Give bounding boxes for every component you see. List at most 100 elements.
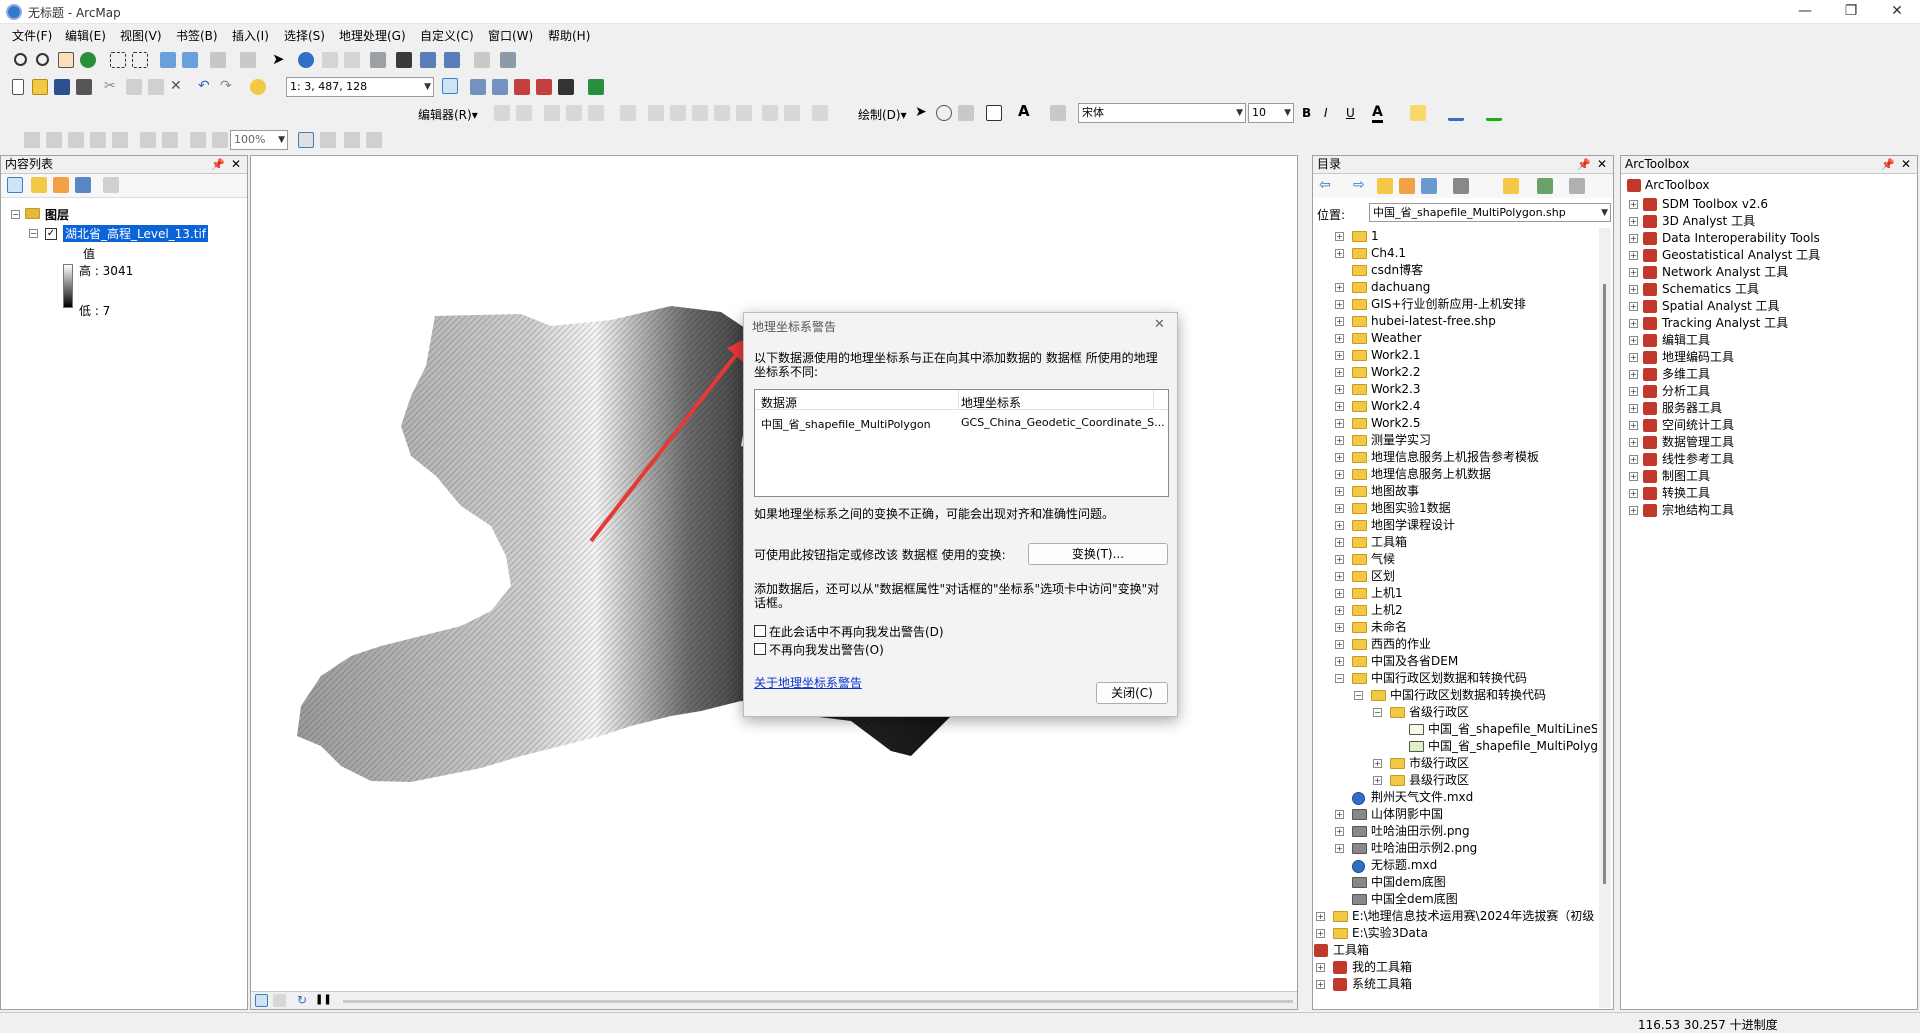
expand-icon[interactable]: + [1629, 472, 1638, 481]
forward-icon[interactable]: ⇨ [1353, 178, 1369, 194]
new-folder-icon[interactable] [1503, 178, 1519, 194]
expand-icon[interactable]: + [1629, 285, 1638, 294]
select-elements-draw-icon[interactable]: ➤ [915, 105, 931, 121]
expand-icon[interactable]: + [1316, 912, 1325, 921]
expand-icon[interactable]: + [1335, 810, 1344, 819]
no-warn-ever-checkbox[interactable] [754, 643, 766, 655]
toolbox-item[interactable]: + 分析工具 [1621, 383, 1917, 400]
redo-icon[interactable]: ↷ [220, 79, 236, 95]
expand-icon[interactable]: + [1629, 336, 1638, 345]
catalog-item[interactable]: + 西西的作业 [1313, 636, 1597, 653]
expand-icon[interactable]: + [1629, 251, 1638, 260]
expand-icon[interactable]: + [1335, 572, 1344, 581]
expand-icon[interactable]: + [1335, 487, 1344, 496]
data-view-icon[interactable] [255, 994, 268, 1007]
splined-text-icon[interactable] [1050, 105, 1066, 121]
find-icon[interactable] [396, 52, 412, 68]
expand-icon[interactable]: + [1335, 606, 1344, 615]
map-scale-combo[interactable]: 1: 3, 487, 128 ▼ [286, 77, 434, 97]
expand-icon[interactable]: + [1335, 657, 1344, 666]
toggle-draft-icon[interactable] [298, 132, 314, 148]
arctoolbox-close-icon[interactable]: ✕ [1901, 156, 1911, 173]
menu-edit[interactable]: 编辑(E) [65, 27, 106, 44]
cut-polygons-icon[interactable] [692, 105, 708, 121]
zoom-in-icon[interactable] [14, 53, 27, 66]
dialog-close-button[interactable]: 关闭(C) [1096, 682, 1168, 704]
expand-icon[interactable]: + [1335, 249, 1344, 258]
layer-name[interactable]: 湖北省_高程_Level_13.tif [63, 225, 209, 242]
expand-icon[interactable]: + [1373, 759, 1382, 768]
layout-zoom-out-icon[interactable] [46, 132, 62, 148]
toolbox-item[interactable]: + 空间统计工具 [1621, 417, 1917, 434]
undo-icon[interactable]: ↶ [198, 79, 214, 95]
close-window-button[interactable]: ✕ [1874, 0, 1920, 24]
dialog-close-icon[interactable]: ✕ [1154, 317, 1165, 332]
col-source-header[interactable]: 数据源 [761, 394, 797, 411]
new-text-icon[interactable]: A [1018, 104, 1034, 120]
maximize-button[interactable]: ❐ [1828, 0, 1874, 24]
zoom-100-icon[interactable] [112, 132, 128, 148]
back-extent-icon[interactable] [190, 132, 206, 148]
marker-color-icon[interactable] [1486, 105, 1502, 121]
point-icon[interactable] [620, 105, 636, 121]
toolbox-item[interactable]: + Data Interoperability Tools [1621, 230, 1917, 247]
catalog-item[interactable]: 无标题.mxd [1313, 857, 1597, 874]
catalog-item[interactable]: + Work2.1 [1313, 347, 1597, 364]
expand-icon[interactable]: + [1335, 385, 1344, 394]
expand-icon[interactable]: + [1629, 438, 1638, 447]
split-icon[interactable] [714, 105, 730, 121]
toolbox-item[interactable]: + 制图工具 [1621, 468, 1917, 485]
change-layout-icon[interactable] [344, 132, 360, 148]
python-window-icon[interactable] [558, 79, 574, 95]
layout-view-icon[interactable] [273, 994, 286, 1007]
expand-icon[interactable]: + [1629, 217, 1638, 226]
expand-icon[interactable]: + [1629, 421, 1638, 430]
pin-icon[interactable]: 📌 [1577, 156, 1591, 173]
catalog-item[interactable]: + 地理信息服务上机报告参考模板 [1313, 449, 1597, 466]
horizontal-scrollbar[interactable] [343, 1000, 1293, 1003]
expand-icon[interactable]: + [1629, 506, 1638, 515]
toolbox-item[interactable]: + Geostatistical Analyst 工具 [1621, 247, 1917, 264]
toolbox-item[interactable]: + SDM Toolbox v2.6 [1621, 196, 1917, 213]
goto-xy-icon[interactable] [444, 52, 460, 68]
catalog-options-icon[interactable] [1569, 178, 1585, 194]
catalog-item[interactable]: + E:\实验3Data [1313, 925, 1597, 942]
save-icon[interactable] [54, 79, 70, 95]
expand-icon[interactable]: + [1335, 521, 1344, 530]
rotate-icon[interactable] [736, 105, 752, 121]
font-size-combo[interactable]: 10 ▼ [1248, 103, 1294, 123]
chevron-down-icon[interactable]: ▼ [1236, 104, 1243, 122]
menu-selection[interactable]: 选择(S) [284, 27, 325, 44]
catalog-item[interactable]: + 上机1 [1313, 585, 1597, 602]
menu-bookmarks[interactable]: 书签(B) [176, 27, 218, 44]
catalog-item[interactable]: +1 [1313, 228, 1597, 245]
expand-icon[interactable]: + [1629, 353, 1638, 362]
catalog-item[interactable]: + Weather [1313, 330, 1597, 347]
toolbox-item[interactable]: + Spatial Analyst 工具 [1621, 298, 1917, 315]
focus-data-frame-icon[interactable] [320, 132, 336, 148]
expand-icon[interactable]: + [1316, 963, 1325, 972]
time-slider-icon[interactable] [474, 52, 490, 68]
catalog-item[interactable]: + GIS+行业创新应用-上机安排 [1313, 296, 1597, 313]
edit-annotation-icon[interactable] [516, 105, 532, 121]
expand-icon[interactable]: + [1335, 844, 1344, 853]
catalog-item[interactable]: + 气候 [1313, 551, 1597, 568]
fixed-zoom-out-icon[interactable] [132, 52, 148, 68]
catalog-item[interactable]: 工具箱 [1313, 942, 1597, 959]
toc-options-icon[interactable] [103, 177, 119, 193]
catalog-item[interactable]: + 地图故事 [1313, 483, 1597, 500]
chevron-down-icon[interactable]: ▼ [278, 131, 285, 149]
col-gcs-header[interactable]: 地理坐标系 [961, 394, 1021, 411]
cut-icon[interactable]: ✂ [104, 79, 120, 95]
expand-icon[interactable]: + [1335, 419, 1344, 428]
menu-windows[interactable]: 窗口(W) [488, 27, 533, 44]
chevron-down-icon[interactable]: ▼ [1284, 104, 1291, 122]
search-window-icon[interactable] [514, 79, 530, 95]
model-builder-icon[interactable] [588, 79, 604, 95]
go-forward-icon[interactable] [182, 52, 198, 68]
layout-zoom-combo[interactable]: 100% ▼ [230, 130, 288, 150]
expand-icon[interactable]: + [1335, 453, 1344, 462]
create-viewer-icon[interactable] [500, 52, 516, 68]
chevron-down-icon[interactable]: ▼ [424, 78, 431, 96]
reshape-icon[interactable] [670, 105, 686, 121]
